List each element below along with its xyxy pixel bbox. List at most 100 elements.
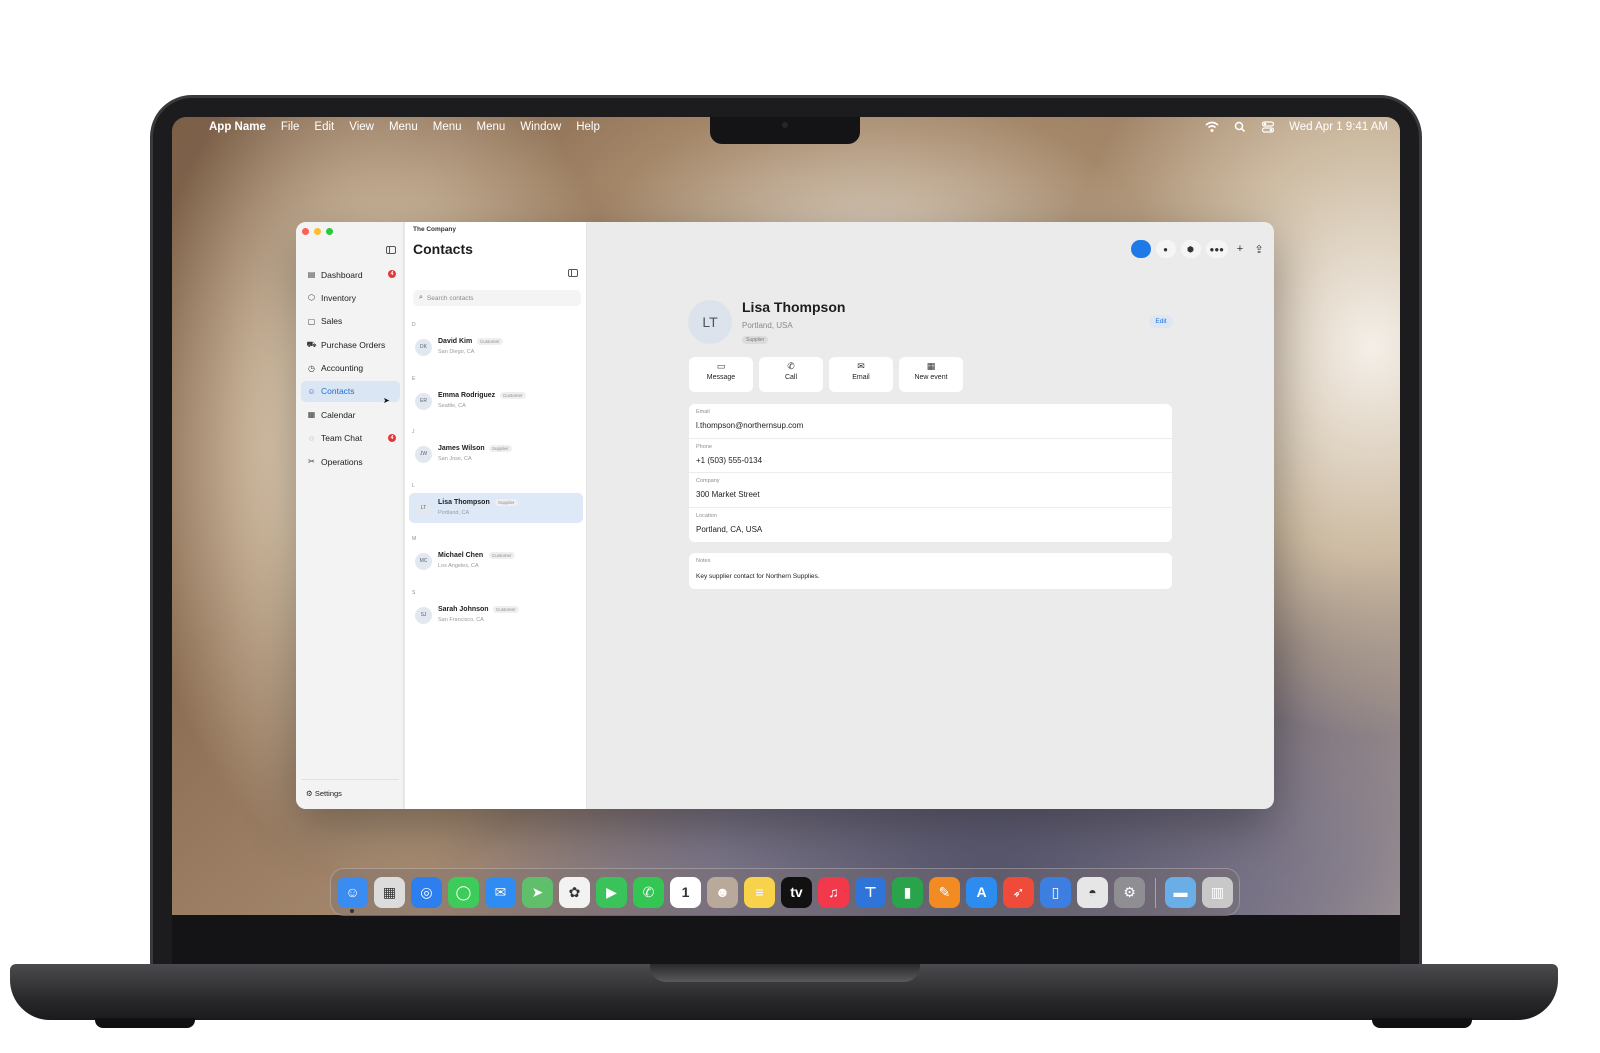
gear-icon: ⚙ (306, 789, 313, 798)
simulator-icon[interactable]: ▯ (1040, 877, 1071, 908)
box-icon[interactable]: ⬢ (1180, 240, 1201, 258)
sidebar-item-calendar[interactable]: ▦ Calendar (301, 404, 400, 425)
contact-tag: Customer (500, 391, 526, 399)
clock[interactable]: Wed Apr 1 9:41 AM (1289, 121, 1388, 133)
sidebar-item-dashboard[interactable]: ▤ Dashboard 4 (301, 264, 400, 285)
search-input[interactable]: ⌕ Search contacts (413, 290, 581, 306)
maps-icon[interactable]: ➤ (522, 877, 553, 908)
menu-generic[interactable]: Menu (389, 121, 418, 133)
list-item[interactable]: DK David Kim Customer San Diego, CA (409, 332, 583, 362)
location-value: Portland, CA, USA (696, 524, 763, 534)
sidebar-item-label: Sales (321, 316, 343, 327)
settings-label: Settings (314, 789, 342, 798)
music-icon[interactable]: ♫ (818, 877, 849, 908)
calendar-icon[interactable]: 1 (670, 877, 701, 908)
contact-tag: Supplier (742, 336, 769, 344)
search-icon: ⌕ (419, 294, 423, 301)
message-button[interactable]: ▭ Message (689, 357, 753, 392)
menu-help[interactable]: Help (576, 121, 600, 133)
menu-view[interactable]: View (349, 121, 374, 133)
group-icon[interactable]: ●●● (1205, 240, 1228, 258)
photos-icon[interactable]: ✿ (559, 877, 590, 908)
contact-tag: Supplier (495, 498, 518, 506)
email-value[interactable]: l.thompson@northernsup.com (696, 421, 803, 430)
sidebar-toggle-icon[interactable] (386, 246, 396, 254)
list-item[interactable]: ER Emma Rodriguez Customer Seattle, CA (409, 386, 583, 416)
contact-section: E ER Emma Rodriguez Customer Seattle, CA (409, 372, 583, 426)
menu-window[interactable]: Window (520, 121, 561, 133)
list-item[interactable]: SJ Sarah Johnson Customer San Francisco,… (409, 600, 583, 630)
messages-icon[interactable]: ◯ (448, 877, 479, 908)
list-item[interactable]: MC Michael Chen Customer Los Angeles, CA (409, 546, 583, 576)
notes-icon[interactable]: ≡ (744, 877, 775, 908)
facetime-icon[interactable]: ▶ (596, 877, 627, 908)
call-button[interactable]: ✆ Call (759, 357, 823, 392)
tools-icon: ✂ (308, 457, 315, 467)
list-item-selected[interactable]: LT Lisa Thompson Supplier Portland, CA (409, 492, 583, 523)
minimize-window-button[interactable] (314, 228, 321, 235)
sidebar-item-sales[interactable]: ▢ Sales (301, 311, 400, 332)
sidebar-item-accounting[interactable]: ◷ Accounting (301, 358, 400, 379)
search-icon[interactable] (1233, 121, 1247, 133)
person-icon[interactable]: ● (1155, 240, 1176, 258)
email-button[interactable]: ✉ Email (829, 357, 893, 392)
system-settings-icon[interactable]: ⚙ (1114, 877, 1145, 908)
contact-name: Michael Chen (438, 552, 484, 559)
email-row: Email l.thompson@northernsup.com (689, 404, 1172, 439)
contact-detail-pane: ● ⬢ ●●● + ⇪ LT Lisa Thompson Portland, U… (588, 222, 1274, 809)
laptop-foot (1372, 1018, 1472, 1028)
tv-icon[interactable]: tv (781, 877, 812, 908)
sidebar-item-label: Dashboard (321, 269, 363, 280)
menu-generic[interactable]: Menu (433, 121, 462, 133)
contact-section: L LT Lisa Thompson Supplier Portland, CA (409, 479, 583, 533)
contact-location: Portland, USA (742, 321, 793, 330)
contact-location: Los Angeles, CA (438, 563, 479, 569)
location-row: Location Portland, CA, USA (689, 508, 1172, 543)
sidebar-toggle-icon[interactable] (568, 269, 578, 277)
contacts-list: D DK David Kim Customer San Diego, CA E … (409, 318, 583, 639)
phone-value[interactable]: +1 (503) 555-0134 (696, 456, 762, 465)
disk-utility-icon[interactable]: ◓ (1077, 877, 1108, 908)
numbers-icon[interactable]: ▮ (892, 877, 923, 908)
pages-icon[interactable]: ✎ (929, 877, 960, 908)
menu-file[interactable]: File (281, 121, 300, 133)
control-center-icon[interactable] (1261, 121, 1275, 133)
new-event-button[interactable]: ▦ New event (899, 357, 963, 392)
clock-icon: ◷ (308, 363, 315, 373)
contact-tag: Customer (477, 338, 503, 345)
menu-generic[interactable]: Menu (477, 121, 506, 133)
finder-icon[interactable]: ☺ (337, 877, 368, 908)
sidebar-item-purchase-orders[interactable]: ⛟ Purchase Orders (301, 334, 400, 355)
contact-name: Emma Rodriguez (438, 391, 496, 399)
rocket-icon[interactable]: ➶ (1003, 877, 1034, 908)
app-store-icon[interactable]: A (966, 877, 997, 908)
share-icon[interactable]: ⇪ (1252, 243, 1266, 256)
sidebar-item-team-chat[interactable]: ◌ Team Chat 4 (301, 428, 400, 449)
zoom-window-button[interactable] (326, 228, 333, 235)
status-toggle-button[interactable] (1130, 240, 1151, 258)
contact-tag: Supplier (489, 445, 512, 452)
folder-icon[interactable]: ▬ (1165, 877, 1196, 908)
menu-edit[interactable]: Edit (314, 121, 334, 133)
contact-section: D DK David Kim Customer San Diego, CA (409, 318, 583, 372)
keynote-icon[interactable]: ⊤ (855, 877, 886, 908)
close-window-button[interactable] (302, 228, 309, 235)
mail-icon[interactable]: ✉ (485, 877, 516, 908)
trash-icon[interactable]: ▥ (1202, 877, 1233, 908)
sidebar-item-operations[interactable]: ✂ Operations (301, 451, 400, 472)
settings-button[interactable]: ⚙ Settings (306, 789, 342, 798)
sidebar-item-inventory[interactable]: ⬡ Inventory (301, 287, 400, 308)
add-icon[interactable]: + (1233, 243, 1247, 255)
contacts-icon[interactable]: ☻ (707, 877, 738, 908)
phone-icon[interactable]: ✆ (633, 877, 664, 908)
launchpad-icon[interactable]: ▦ (374, 877, 405, 908)
app-menu[interactable]: App Name (209, 121, 266, 133)
section-letter: M (412, 536, 417, 542)
safari-icon[interactable]: ◎ (411, 877, 442, 908)
contact-tag: Customer (493, 605, 519, 613)
contacts-list-pane: The Company Contacts ⌕ Search contacts D… (405, 222, 587, 809)
list-item[interactable]: JW James Wilson Supplier San Jose, CA (409, 439, 583, 469)
contact-location: Seattle, CA (438, 402, 466, 409)
wifi-icon[interactable] (1205, 121, 1219, 133)
edit-button[interactable]: Edit (1149, 315, 1173, 328)
